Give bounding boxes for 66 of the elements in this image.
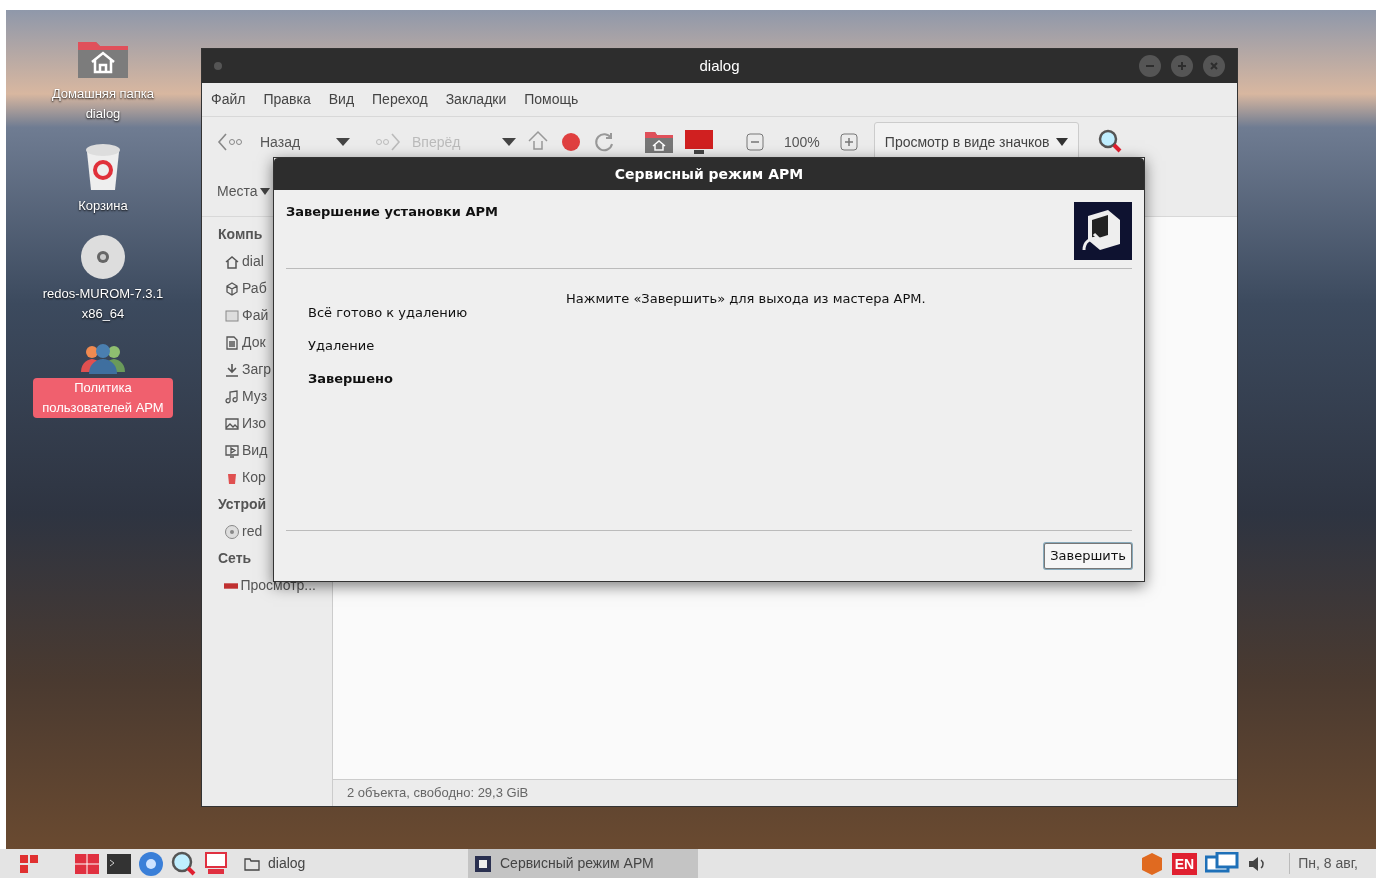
status-text: 2 объекта, свободно: 29,3 GiB [347, 784, 529, 803]
sidebar-heading: Сеть [218, 549, 253, 568]
caret-icon [259, 188, 270, 195]
caret-icon [1055, 138, 1068, 146]
disc-icon [224, 523, 240, 540]
download-icon [224, 361, 240, 378]
app-grid-icon[interactable] [74, 851, 100, 876]
zoom-in-icon[interactable] [839, 133, 858, 151]
wizard-message: Нажмите «Завершить» для выхода из мастера АРМ. [566, 291, 926, 306]
maximize-button[interactable] [1171, 55, 1193, 77]
music-icon [224, 388, 240, 405]
dropdown-caret-icon[interactable] [336, 138, 350, 146]
doc-icon [224, 334, 240, 351]
wizard-step: Удаление [308, 336, 534, 355]
trash-icon [83, 142, 123, 192]
close-icon [1208, 60, 1220, 72]
clock[interactable]: Пн, 8 авг, [1289, 853, 1358, 874]
menu-item[interactable]: Вид [328, 89, 355, 110]
reload-icon[interactable] [592, 130, 616, 154]
minimize-button[interactable] [1139, 55, 1161, 77]
folder-icon [244, 856, 260, 871]
dropdown-caret-icon[interactable] [502, 138, 516, 146]
desktop-icon-label[interactable]: redos-MUROM-7.3.1 x86_64 [33, 284, 173, 324]
network-monitor-icon[interactable] [1205, 851, 1240, 876]
image-icon [224, 415, 240, 432]
desktop-icon-label[interactable]: Корзина [74, 196, 132, 216]
keyboard-layout-indicator[interactable]: EN [1171, 852, 1198, 875]
computer-icon [1074, 202, 1132, 260]
sidebar-item[interactable]: Просмотр... [218, 572, 316, 599]
home-icon [224, 253, 240, 270]
places-dropdown[interactable]: Места [217, 181, 270, 202]
screen-icon[interactable] [204, 851, 228, 876]
search-icon[interactable] [170, 849, 198, 878]
terminal-icon[interactable] [106, 851, 132, 876]
video-icon [224, 442, 240, 459]
package-icon[interactable] [1139, 851, 1164, 876]
menu-item[interactable]: Правка [263, 89, 311, 110]
sidebar-heading: Устрой [218, 495, 268, 514]
window-title: dialog [699, 55, 740, 76]
stop-icon[interactable] [560, 131, 582, 153]
menu-item[interactable]: Помощь [524, 89, 579, 110]
files-icon [224, 307, 240, 324]
back-button[interactable]: Назад [216, 130, 326, 154]
wizard-step: Всё готово к удалению [308, 303, 534, 322]
desktop-icon [224, 280, 240, 297]
menu-item[interactable]: Закладки [445, 89, 507, 110]
disc-icon [80, 234, 126, 280]
monitor-icon[interactable] [684, 129, 714, 155]
browser-icon[interactable] [138, 850, 164, 877]
finish-button[interactable]: Завершить [1044, 543, 1132, 569]
taskbar-task[interactable]: Сервисный режим АРМ [468, 849, 698, 878]
wizard-heading: Завершение установки АРМ [286, 203, 499, 221]
app-icon [474, 854, 492, 873]
plus-icon [1176, 60, 1188, 72]
close-button[interactable] [1203, 55, 1225, 77]
home-folder-icon[interactable] [644, 130, 674, 154]
start-menu-icon[interactable] [18, 852, 40, 875]
menu-item[interactable]: Переход [372, 89, 428, 110]
dialog-title: Сервисный режим АРМ [614, 164, 804, 184]
taskbar-task[interactable]: dialog [238, 849, 468, 878]
menu-item[interactable]: Файл [211, 89, 246, 110]
zoom-out-icon[interactable] [746, 133, 764, 151]
zoom-level: 100% [784, 132, 820, 152]
wizard-step: Завершено [308, 369, 534, 388]
network-icon [224, 582, 239, 589]
sidebar-heading: Компь [218, 225, 264, 244]
